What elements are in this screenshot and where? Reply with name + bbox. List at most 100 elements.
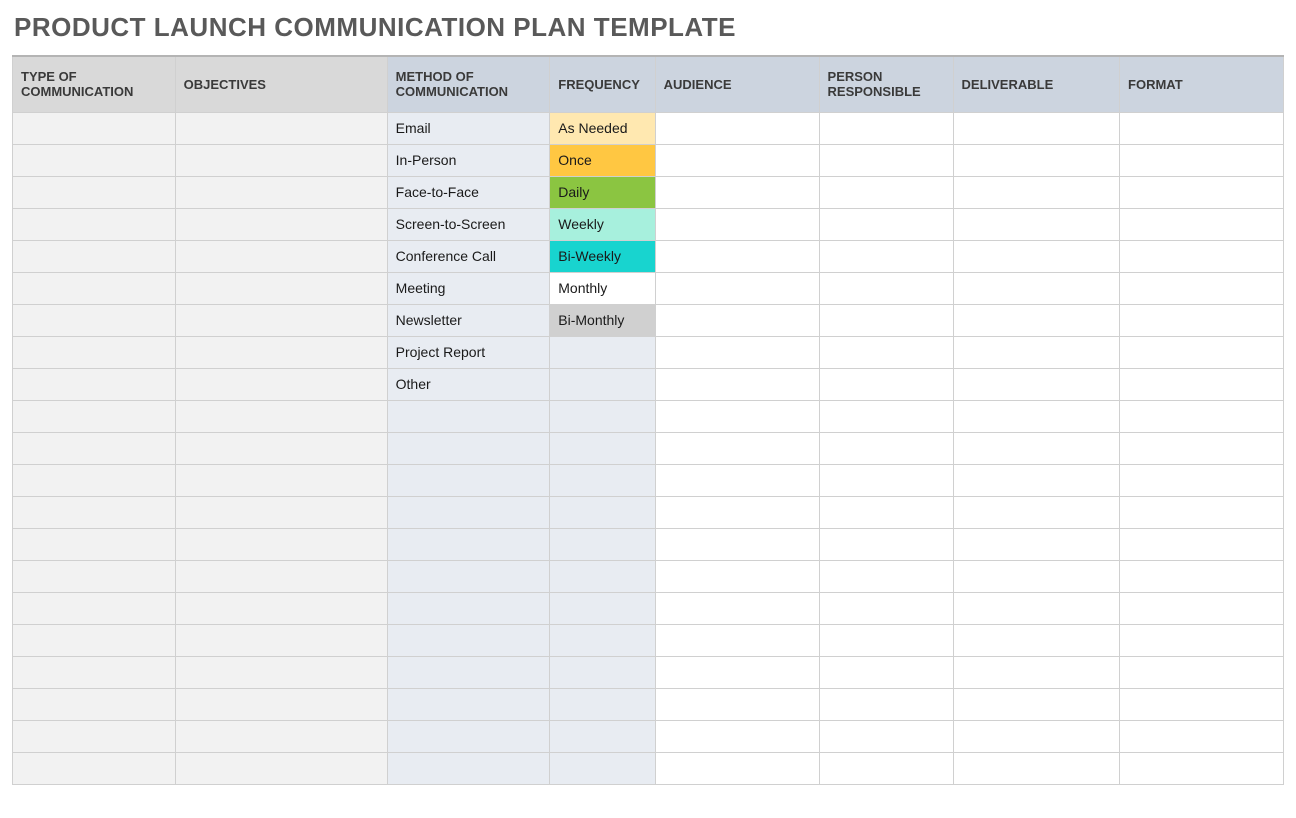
cell-audience[interactable]: [655, 336, 819, 368]
cell-format[interactable]: [1120, 624, 1284, 656]
cell-type[interactable]: [13, 528, 176, 560]
cell-deliverable[interactable]: [953, 400, 1120, 432]
cell-frequency[interactable]: [550, 656, 655, 688]
cell-frequency[interactable]: [550, 592, 655, 624]
cell-person[interactable]: [819, 304, 953, 336]
cell-format[interactable]: [1120, 560, 1284, 592]
cell-format[interactable]: [1120, 304, 1284, 336]
cell-method[interactable]: [387, 496, 550, 528]
cell-deliverable[interactable]: [953, 432, 1120, 464]
cell-person[interactable]: [819, 208, 953, 240]
cell-objectives[interactable]: [175, 304, 387, 336]
cell-format[interactable]: [1120, 592, 1284, 624]
cell-objectives[interactable]: [175, 432, 387, 464]
cell-objectives[interactable]: [175, 272, 387, 304]
cell-method[interactable]: Email: [387, 112, 550, 144]
cell-frequency[interactable]: Once: [550, 144, 655, 176]
cell-objectives[interactable]: [175, 752, 387, 784]
cell-audience[interactable]: [655, 144, 819, 176]
cell-type[interactable]: [13, 432, 176, 464]
cell-audience[interactable]: [655, 240, 819, 272]
cell-audience[interactable]: [655, 464, 819, 496]
cell-frequency[interactable]: Bi-Weekly: [550, 240, 655, 272]
cell-deliverable[interactable]: [953, 304, 1120, 336]
cell-method[interactable]: [387, 464, 550, 496]
cell-type[interactable]: [13, 400, 176, 432]
cell-person[interactable]: [819, 560, 953, 592]
cell-person[interactable]: [819, 240, 953, 272]
cell-audience[interactable]: [655, 368, 819, 400]
cell-format[interactable]: [1120, 720, 1284, 752]
cell-audience[interactable]: [655, 112, 819, 144]
cell-format[interactable]: [1120, 336, 1284, 368]
cell-method[interactable]: [387, 592, 550, 624]
cell-type[interactable]: [13, 560, 176, 592]
cell-frequency[interactable]: As Needed: [550, 112, 655, 144]
cell-audience[interactable]: [655, 208, 819, 240]
cell-type[interactable]: [13, 304, 176, 336]
cell-type[interactable]: [13, 144, 176, 176]
cell-type[interactable]: [13, 592, 176, 624]
cell-audience[interactable]: [655, 496, 819, 528]
cell-frequency[interactable]: [550, 752, 655, 784]
cell-deliverable[interactable]: [953, 624, 1120, 656]
cell-objectives[interactable]: [175, 528, 387, 560]
cell-objectives[interactable]: [175, 112, 387, 144]
cell-frequency[interactable]: [550, 400, 655, 432]
cell-deliverable[interactable]: [953, 496, 1120, 528]
cell-format[interactable]: [1120, 176, 1284, 208]
cell-audience[interactable]: [655, 720, 819, 752]
cell-type[interactable]: [13, 272, 176, 304]
cell-objectives[interactable]: [175, 464, 387, 496]
cell-deliverable[interactable]: [953, 592, 1120, 624]
cell-method[interactable]: [387, 560, 550, 592]
cell-format[interactable]: [1120, 144, 1284, 176]
cell-frequency[interactable]: Weekly: [550, 208, 655, 240]
cell-deliverable[interactable]: [953, 336, 1120, 368]
cell-frequency[interactable]: Bi-Monthly: [550, 304, 655, 336]
cell-person[interactable]: [819, 144, 953, 176]
cell-objectives[interactable]: [175, 368, 387, 400]
cell-method[interactable]: [387, 400, 550, 432]
cell-deliverable[interactable]: [953, 752, 1120, 784]
cell-audience[interactable]: [655, 176, 819, 208]
cell-objectives[interactable]: [175, 400, 387, 432]
cell-person[interactable]: [819, 336, 953, 368]
cell-deliverable[interactable]: [953, 240, 1120, 272]
cell-method[interactable]: Screen-to-Screen: [387, 208, 550, 240]
cell-frequency[interactable]: [550, 528, 655, 560]
cell-objectives[interactable]: [175, 144, 387, 176]
cell-frequency[interactable]: [550, 368, 655, 400]
cell-audience[interactable]: [655, 592, 819, 624]
cell-type[interactable]: [13, 688, 176, 720]
cell-format[interactable]: [1120, 112, 1284, 144]
cell-format[interactable]: [1120, 528, 1284, 560]
cell-frequency[interactable]: Monthly: [550, 272, 655, 304]
cell-deliverable[interactable]: [953, 528, 1120, 560]
cell-audience[interactable]: [655, 400, 819, 432]
cell-deliverable[interactable]: [953, 464, 1120, 496]
cell-objectives[interactable]: [175, 624, 387, 656]
cell-deliverable[interactable]: [953, 208, 1120, 240]
cell-type[interactable]: [13, 240, 176, 272]
cell-type[interactable]: [13, 624, 176, 656]
cell-type[interactable]: [13, 336, 176, 368]
cell-person[interactable]: [819, 368, 953, 400]
cell-method[interactable]: Project Report: [387, 336, 550, 368]
cell-deliverable[interactable]: [953, 560, 1120, 592]
cell-person[interactable]: [819, 656, 953, 688]
cell-type[interactable]: [13, 720, 176, 752]
cell-person[interactable]: [819, 592, 953, 624]
cell-frequency[interactable]: [550, 496, 655, 528]
cell-method[interactable]: Newsletter: [387, 304, 550, 336]
cell-frequency[interactable]: [550, 336, 655, 368]
cell-method[interactable]: [387, 432, 550, 464]
cell-format[interactable]: [1120, 752, 1284, 784]
cell-method[interactable]: Meeting: [387, 272, 550, 304]
cell-format[interactable]: [1120, 368, 1284, 400]
cell-type[interactable]: [13, 112, 176, 144]
cell-person[interactable]: [819, 624, 953, 656]
cell-method[interactable]: Conference Call: [387, 240, 550, 272]
cell-method[interactable]: [387, 528, 550, 560]
cell-person[interactable]: [819, 176, 953, 208]
